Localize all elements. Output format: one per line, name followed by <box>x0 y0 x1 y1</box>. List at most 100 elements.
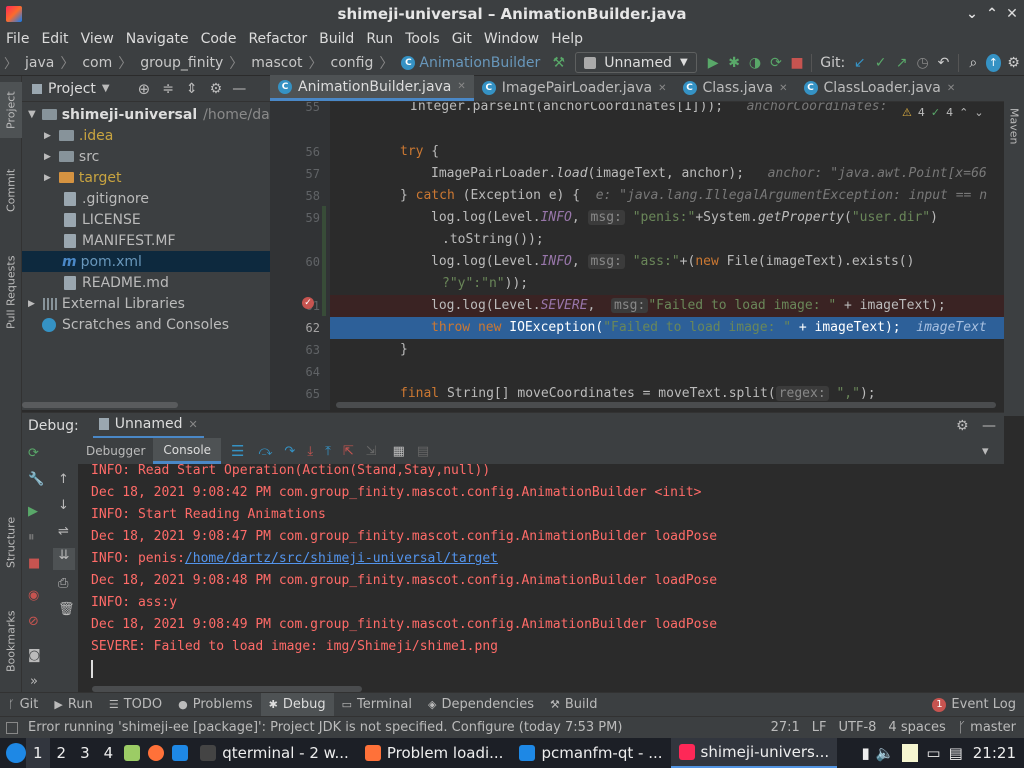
tree-root[interactable]: ▼ shimeji-universal /home/dartz <box>28 104 288 125</box>
menu-build[interactable]: Build <box>313 31 360 47</box>
close-icon[interactable]: ✕ <box>1002 4 1022 24</box>
run-to-cursor-icon[interactable]: ⇲ <box>366 444 377 459</box>
gear-icon[interactable]: ⚙ <box>956 418 969 434</box>
close-icon[interactable]: ✕ <box>457 81 465 92</box>
clock[interactable]: 21:21 <box>973 744 1016 762</box>
expand-icon[interactable]: ⇕ <box>186 81 198 97</box>
git-rollback-icon[interactable]: ↶ <box>935 53 952 73</box>
line-number[interactable]: 62 <box>270 317 320 339</box>
workspace-button[interactable]: 2 <box>50 738 74 768</box>
start-menu-icon[interactable] <box>6 743 26 763</box>
git-branch[interactable]: master <box>970 720 1016 735</box>
debug-session-tab[interactable]: Unnamed ✕ <box>92 413 204 439</box>
drop-frame-icon[interactable]: ⇱ <box>343 444 354 459</box>
menu-git[interactable]: Git <box>446 31 478 47</box>
tree-item-manifest[interactable]: MANIFEST.MF <box>64 230 176 251</box>
volume-icon[interactable]: 🔈 <box>876 744 895 762</box>
run-icon[interactable]: ▶ <box>705 53 722 73</box>
breakpoint-icon[interactable]: ✓ <box>302 297 314 309</box>
line-number[interactable]: 57 <box>270 163 320 185</box>
coverage-icon[interactable]: ◑ <box>747 53 764 73</box>
tool-tab-run[interactable]: ▶ Run <box>46 693 100 717</box>
breadcrumb-item[interactable]: java 〉 <box>21 53 78 73</box>
git-update-icon[interactable]: ↙ <box>851 53 868 73</box>
menu-code[interactable]: Code <box>195 31 243 47</box>
tab-editor-file[interactable]: C ImagePairLoader.java ✕ <box>474 75 675 101</box>
tool-tab-terminal[interactable]: ▭ Terminal <box>334 693 420 717</box>
pull-requests-tool-tab[interactable]: Pull Requests <box>0 242 22 342</box>
tab-editor-file[interactable]: C ClassLoader.java ✕ <box>796 75 964 101</box>
line-number[interactable]: 60 <box>270 251 320 273</box>
tab-editor-file[interactable]: C Class.java ✕ <box>675 75 796 101</box>
desktop-icon[interactable] <box>172 745 189 761</box>
step-out-icon[interactable]: ⤒ <box>325 444 331 459</box>
rerun-icon[interactable]: ⟳ <box>28 446 39 461</box>
tool-tab-debug[interactable]: ✱ Debug <box>260 692 334 717</box>
line-number[interactable]: 55 <box>270 96 320 118</box>
breadcrumb-item[interactable]: mascot 〉 <box>247 53 326 73</box>
menu-window[interactable]: Window <box>478 31 545 47</box>
stop-icon[interactable]: ■ <box>788 53 805 73</box>
updates-icon[interactable]: ▤ <box>949 744 963 762</box>
run-configuration-select[interactable]: Unnamed ▼ <box>575 52 697 73</box>
workspace-button[interactable]: 3 <box>73 738 97 768</box>
tool-tab-todo[interactable]: ☰ TODO <box>101 693 170 717</box>
structure-tool-tab[interactable]: Structure <box>0 502 22 582</box>
editor-horizontal-scrollbar[interactable] <box>336 402 996 408</box>
update-icon[interactable]: ↑ <box>985 53 1002 72</box>
line-number[interactable] <box>270 229 320 251</box>
camera-icon[interactable]: ◙ <box>28 648 41 663</box>
chevron-down-icon[interactable]: ▼ <box>102 83 110 94</box>
indent-setting[interactable]: 4 spaces <box>888 720 945 735</box>
tool-tab-dependencies[interactable]: ◈ Dependencies <box>420 693 542 717</box>
line-number[interactable]: 63 <box>270 339 320 361</box>
taskbar-window[interactable]: qterminal - 2 w... <box>192 738 357 768</box>
show-execution-point-icon[interactable]: ⤼ <box>259 444 273 459</box>
scroll-to-end-icon[interactable]: ⇊ <box>53 548 75 570</box>
file-manager-launcher-icon[interactable] <box>124 745 141 761</box>
menu-icon[interactable]: ☰ <box>231 442 244 460</box>
monitor-icon[interactable]: ▭ <box>926 744 940 762</box>
inspections-widget[interactable]: ⚠ 4 ✓ 4 ⌃ ⌄ <box>902 106 984 119</box>
tab-debugger[interactable]: Debugger <box>78 438 153 464</box>
menu-edit[interactable]: Edit <box>35 31 74 47</box>
caret-position[interactable]: 27:1 <box>771 720 800 735</box>
file-encoding[interactable]: UTF-8 <box>839 720 877 735</box>
tool-tab-problems[interactable]: ● Problems <box>170 693 261 717</box>
tab-console[interactable]: Console <box>153 438 222 464</box>
project-tool-tab[interactable]: Project <box>0 82 22 138</box>
maven-tool-tab[interactable]: Maven <box>1003 96 1024 156</box>
profile-icon[interactable]: ⟳ <box>768 53 785 73</box>
mute-breakpoints-icon[interactable]: ⊘ <box>28 614 39 629</box>
layout-icon[interactable]: ▾ <box>982 444 989 459</box>
tree-item-idea[interactable]: ▶ .idea <box>44 125 113 146</box>
menu-tools[interactable]: Tools <box>399 31 446 47</box>
print-icon[interactable]: ⎙ <box>58 576 68 591</box>
tool-tab-git[interactable]: ᚴ Git <box>0 693 46 717</box>
line-number[interactable]: 65 <box>270 383 320 405</box>
down-arrow-icon[interactable]: ↓ <box>58 498 69 513</box>
firefox-launcher-icon[interactable] <box>148 745 165 761</box>
pause-icon[interactable]: ⏸ <box>28 530 35 545</box>
soft-wrap-icon[interactable]: ⇌ <box>58 524 69 539</box>
minimize-icon[interactable]: ⌄ <box>962 4 982 24</box>
tree-item-license[interactable]: LICENSE <box>64 209 141 230</box>
evaluate-icon[interactable]: ▦ <box>393 444 405 459</box>
line-number[interactable]: 58 <box>270 185 320 207</box>
event-log-button[interactable]: 1 Event Log <box>924 693 1024 717</box>
git-history-icon[interactable]: ◷ <box>914 53 931 73</box>
chevron-up-icon[interactable]: ⌃ <box>959 106 968 119</box>
bookmarks-tool-tab[interactable]: Bookmarks <box>0 596 22 686</box>
tree-item-scratches[interactable]: Scratches and Consoles <box>42 314 229 335</box>
console-output[interactable]: INFO: Read Start Operation(Action(Stand,… <box>78 464 1004 692</box>
breadcrumb-item[interactable]: config 〉 <box>327 53 398 73</box>
workspace-button[interactable]: 1 <box>26 738 50 768</box>
close-icon[interactable]: ✕ <box>188 418 197 431</box>
trash-icon[interactable]: 🗑 <box>58 602 75 617</box>
taskbar-window[interactable]: pcmanfm-qt - ... <box>511 738 670 768</box>
taskbar-window[interactable]: shimeji-univers... <box>670 738 838 768</box>
menu-help[interactable]: Help <box>545 31 589 47</box>
menu-navigate[interactable]: Navigate <box>120 31 195 47</box>
taskbar-window[interactable]: Problem loadi... <box>357 738 512 768</box>
breadcrumb-item[interactable]: group_finity 〉 <box>136 53 247 73</box>
